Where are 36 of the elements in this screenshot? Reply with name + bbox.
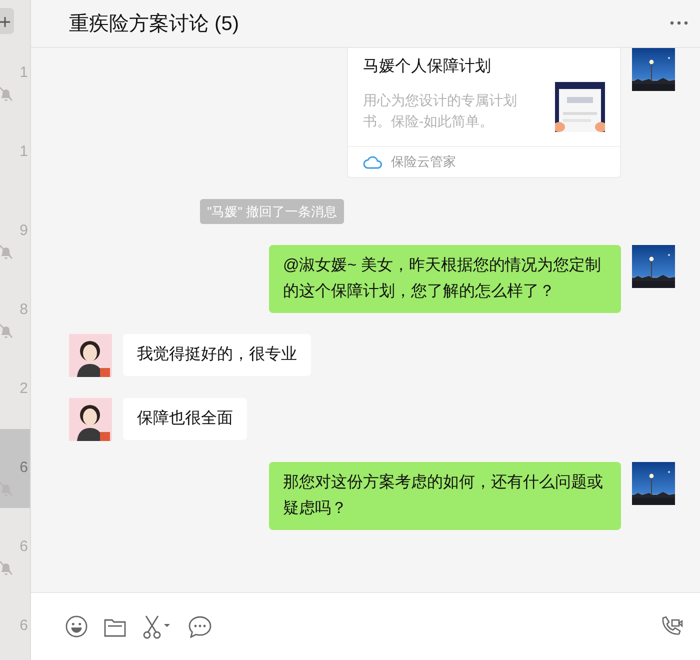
chat-time: 6 — [20, 538, 28, 556]
card-title: 马媛个人保障计划 — [362, 56, 492, 77]
chat-list-item[interactable]: 1 — [0, 113, 30, 192]
call-button[interactable] — [660, 616, 684, 638]
recall-notice: "马媛" 撤回了一条消息 — [200, 198, 344, 224]
more-icon — [670, 21, 688, 26]
message-bubble: 保障也很全面 — [123, 398, 247, 440]
chat-history-button[interactable] — [188, 616, 212, 638]
avatar-icon — [69, 334, 112, 377]
plus-icon — [0, 16, 10, 27]
message-bubble: 我觉得挺好的，很专业 — [123, 334, 311, 376]
message-bubble: @淑女媛~ 美女，昨天根据您的情况为您定制的这个保障计划，您了解的怎么样了？ — [269, 245, 621, 313]
link-card[interactable]: 马媛个人保障计划 用心为您设计的专属计划书。保险-如此简单。 保险云管家 — [347, 48, 621, 178]
chat-list-item[interactable]: 9 — [0, 192, 30, 271]
card-description: 用心为您设计的专属计划书。保险-如此简单。 — [363, 91, 518, 131]
chat-list-item[interactable]: 2 — [0, 350, 30, 429]
avatar-icon — [69, 398, 112, 441]
chat-time: 2 — [20, 380, 28, 398]
chat-time: 6 — [20, 459, 28, 477]
chat-list-item[interactable]: 1 — [0, 34, 30, 113]
chat-list-item[interactable]: 6 — [0, 587, 30, 660]
emoji-button[interactable] — [65, 615, 88, 638]
message-bubble: 那您对这份方案考虑的如何，还有什么问题或疑虑吗？ — [269, 462, 621, 530]
folder-button[interactable] — [104, 616, 126, 636]
chat-time: 1 — [20, 64, 28, 82]
chat-time: 9 — [20, 222, 28, 240]
chat-time: 8 — [20, 301, 28, 319]
chat-list-item[interactable]: 8 — [0, 271, 30, 350]
screenshot-button[interactable] — [142, 614, 172, 638]
chat-list-item[interactable]: 6 — [0, 508, 30, 587]
chat-title: 重疾险方案讨论 (5) — [69, 12, 240, 36]
chat-list-item[interactable]: 6 — [0, 429, 30, 508]
chat-time: 6 — [20, 617, 28, 635]
chat-time: 1 — [20, 143, 28, 161]
cloud-icon — [363, 154, 383, 169]
card-source: 保险云管家 — [391, 153, 456, 171]
